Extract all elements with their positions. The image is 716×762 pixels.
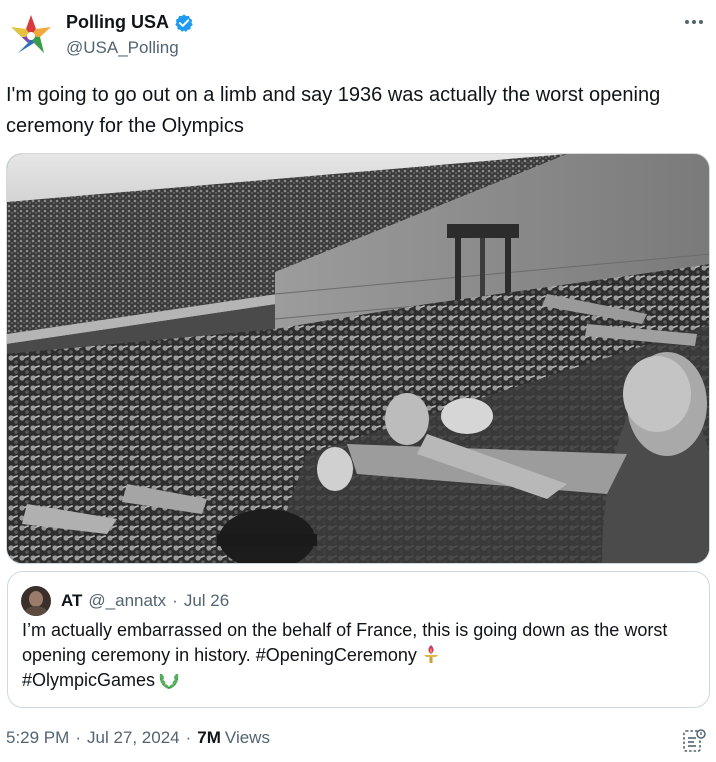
tweet-header: Polling USA @USA_Polling — [0, 0, 716, 70]
tweet-text: I'm going to go out on a limb and say 19… — [6, 84, 661, 137]
quote-avatar[interactable] — [21, 586, 51, 616]
author-display-name[interactable]: Polling USA — [66, 12, 169, 33]
analytics-icon[interactable] — [682, 728, 706, 754]
quote-text-main: I’m actually embarrassed on the behalf o… — [22, 620, 668, 665]
tweet-meta: 5:29 PM · Jul 27, 2024 · 7M Views — [6, 728, 270, 748]
olympic-torch-icon — [423, 645, 438, 663]
quote-text-tag2: #OlympicGames — [22, 670, 156, 690]
more-options-icon[interactable] — [682, 12, 706, 32]
quote-handle[interactable]: @_annatx — [88, 591, 166, 611]
author-handle[interactable]: @USA_Polling — [66, 38, 179, 58]
meta-separator-2: · — [185, 728, 192, 747]
quoted-tweet[interactable]: AT @_annatx · Jul 26 I’m actually embarr… — [7, 571, 710, 708]
author-avatar[interactable] — [8, 13, 54, 59]
stadium-crowd-image — [7, 154, 709, 563]
views-count: 7M — [197, 728, 221, 747]
tweet-date[interactable]: Jul 27, 2024 — [87, 728, 180, 748]
views-label: Views — [224, 728, 270, 747]
quote-display-name[interactable]: AT — [61, 591, 82, 611]
quote-date[interactable]: Jul 26 — [184, 591, 229, 611]
verified-badge-icon[interactable] — [174, 13, 194, 33]
tweet-time[interactable]: 5:29 PM — [6, 728, 69, 748]
quote-text: I’m actually embarrassed on the behalf o… — [22, 618, 692, 693]
star-logo-icon — [11, 15, 51, 53]
quote-separator: · — [172, 591, 178, 610]
laurel-wreath-icon — [159, 673, 179, 689]
meta-separator: · — [75, 728, 81, 747]
tweet-photo[interactable] — [6, 153, 710, 564]
